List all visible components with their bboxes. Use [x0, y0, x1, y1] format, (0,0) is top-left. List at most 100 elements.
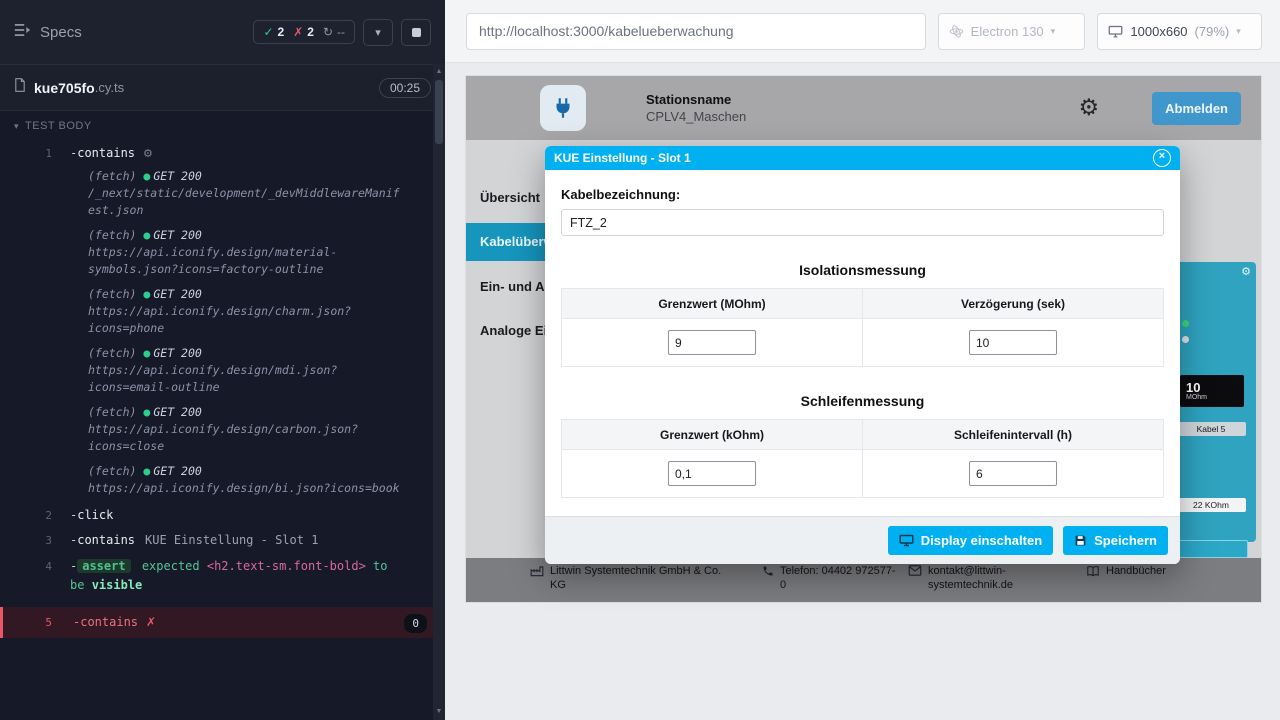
browser-name: Electron 130 [971, 24, 1044, 39]
specs-title[interactable]: Specs [40, 24, 82, 41]
display-on-button[interactable]: Display einschalten [888, 526, 1053, 555]
footer-company: Littwin Systemtechnik GmbH & Co. KG [530, 564, 730, 593]
littwin-logo [540, 85, 586, 131]
station-info: Stationsname CPLV4_Maschen [646, 92, 746, 124]
status-dot-icon: ● [143, 405, 150, 419]
chevron-down-icon: ▾ [1051, 26, 1056, 37]
book-icon [1086, 565, 1100, 581]
failed-step[interactable]: 5-contains✗ 0 [0, 607, 445, 638]
aut-stage: Electron 130 ▾ 1000x660 (79%) ▾ Stations… [445, 0, 1280, 720]
footer-email: kontakt@littwin-systemtechnik.de [908, 564, 1038, 593]
fetch-log[interactable]: (fetch) ●GET 200 https://api.iconify.des… [0, 402, 445, 461]
collapse-runs-button[interactable]: ▾ [363, 19, 393, 46]
loop-interval-input[interactable] [969, 461, 1057, 486]
electron-icon [949, 24, 964, 39]
failed-count: 2 [307, 25, 314, 39]
assert-target: <h2.text-sm.font-bold> [207, 559, 366, 573]
viewport-size: 1000x660 [1130, 24, 1187, 39]
line-number: 5 [0, 614, 52, 631]
isolation-table: Grenzwert (MOhm) Verzögerung (sek) [561, 288, 1164, 367]
url-input[interactable] [466, 13, 926, 50]
scroll-up-icon[interactable]: ▲ [433, 66, 445, 78]
cable-designation-input[interactable] [561, 209, 1164, 236]
settings-gear-icon[interactable]: ⚙ [1079, 95, 1100, 121]
fetch-method: GET 200 [153, 346, 201, 360]
fetch-prefix: (fetch) [88, 464, 136, 478]
test-body-section[interactable]: ▾ TEST BODY [0, 111, 445, 137]
app-header: Stationsname CPLV4_Maschen ⚙ Abmelden [466, 76, 1261, 140]
viewport-select[interactable]: 1000x660 (79%) ▾ [1097, 13, 1262, 50]
aut-topbar: Electron 130 ▾ 1000x660 (79%) ▾ [445, 0, 1280, 63]
loop-table: Grenzwert (kOhm) Schleifenintervall (h) [561, 419, 1164, 498]
loop-col-interval: Schleifenintervall (h) [863, 420, 1164, 450]
command-name: contains [77, 533, 135, 547]
fetch-url: https://api.iconify.design/material-symb… [88, 244, 405, 278]
phone-icon [762, 565, 774, 581]
loop-heading: Schleifenmessung [561, 393, 1164, 409]
command-log: 1-contains⚙ (fetch) ●GET 200 /_next/stat… [0, 137, 445, 638]
assert-step[interactable]: 4-assert expected <h2.text-sm.font-bold>… [0, 553, 445, 599]
spec-name: kue705fo [34, 80, 95, 96]
logout-button[interactable]: Abmelden [1152, 92, 1241, 125]
floppy-icon [1074, 534, 1087, 547]
specs-list-icon[interactable] [14, 23, 31, 42]
scroll-down-icon[interactable]: ▼ [433, 706, 445, 718]
monitor-icon [1108, 25, 1123, 38]
status-led-gray [1182, 336, 1189, 343]
test-step[interactable]: 1-contains⚙ [0, 141, 445, 166]
iso-delay-input[interactable] [969, 330, 1057, 355]
fetch-prefix: (fetch) [88, 405, 136, 419]
line-number: 1 [0, 145, 52, 162]
assert-badge: assert [77, 559, 130, 573]
command-name: click [77, 508, 113, 522]
display-on-label: Display einschalten [921, 533, 1042, 548]
manuals-text[interactable]: Handbücher [1106, 564, 1166, 578]
stop-icon [412, 28, 421, 37]
footer-manuals[interactable]: Handbücher [1086, 564, 1166, 581]
loop-limit-input[interactable] [668, 461, 756, 486]
resistance-value: 22 KOhm [1176, 498, 1246, 512]
stop-button[interactable] [401, 19, 431, 46]
test-step[interactable]: 2-click [0, 503, 445, 528]
scrollbar-thumb[interactable] [435, 80, 443, 144]
close-icon[interactable]: × [1153, 149, 1171, 167]
fetch-log[interactable]: (fetch) ●GET 200 https://api.iconify.des… [0, 343, 445, 402]
sidebar-scrollbar[interactable]: ▲ ▼ [433, 64, 445, 720]
spec-row[interactable]: kue705fo .cy.ts 00:25 [0, 65, 445, 111]
fetch-log[interactable]: (fetch) ●GET 200 https://api.iconify.des… [0, 461, 445, 503]
fetch-log[interactable]: (fetch) ●GET 200 /_next/static/developme… [0, 166, 445, 225]
station-label: Stationsname [646, 92, 746, 107]
fetch-log[interactable]: (fetch) ●GET 200 https://api.iconify.des… [0, 225, 445, 284]
assert-expected: expected [142, 559, 200, 573]
email-text[interactable]: kontakt@littwin-systemtechnik.de [928, 564, 1032, 593]
line-number: 2 [0, 507, 52, 524]
plug-icon [550, 95, 576, 121]
save-button[interactable]: Speichern [1063, 526, 1168, 555]
modal-body: Kabelbezeichnung: Isolationsmessung Gren… [545, 170, 1180, 498]
status-dot-icon: ● [143, 228, 150, 242]
status-led-green [1182, 320, 1189, 327]
fetch-log[interactable]: (fetch) ●GET 200 https://api.iconify.des… [0, 284, 445, 343]
gear-icon: ⚙ [143, 147, 153, 160]
command-name: contains [77, 146, 135, 160]
fetch-method: GET 200 [153, 405, 201, 419]
assert-state: visible [92, 578, 143, 592]
fetch-prefix: (fetch) [88, 228, 136, 242]
test-step[interactable]: 3-containsKUE Einstellung - Slot 1 [0, 528, 445, 553]
gear-icon[interactable]: ⚙ [1241, 265, 1251, 278]
iso-col-delay: Verzögerung (sek) [863, 289, 1164, 319]
modal-titlebar: KUE Einstellung - Slot 1 × [545, 146, 1180, 170]
kue-settings-modal: KUE Einstellung - Slot 1 × Kabelbezeichn… [545, 146, 1180, 564]
fetch-method: GET 200 [153, 169, 201, 183]
display-unit: MOhm [1186, 394, 1207, 401]
chevron-down-icon: ▾ [375, 26, 381, 39]
passed-count: 2 [278, 25, 285, 39]
retry-count-badge: 0 [404, 614, 427, 633]
spec-timer: 00:25 [379, 78, 431, 98]
status-dot-icon: ● [143, 287, 150, 301]
line-number: 4 [0, 557, 52, 576]
browser-select[interactable]: Electron 130 ▾ [938, 13, 1086, 50]
footer-phone: Telefon: 04402 972577-0 [762, 564, 912, 593]
iso-limit-input[interactable] [668, 330, 756, 355]
email-icon [908, 565, 922, 580]
